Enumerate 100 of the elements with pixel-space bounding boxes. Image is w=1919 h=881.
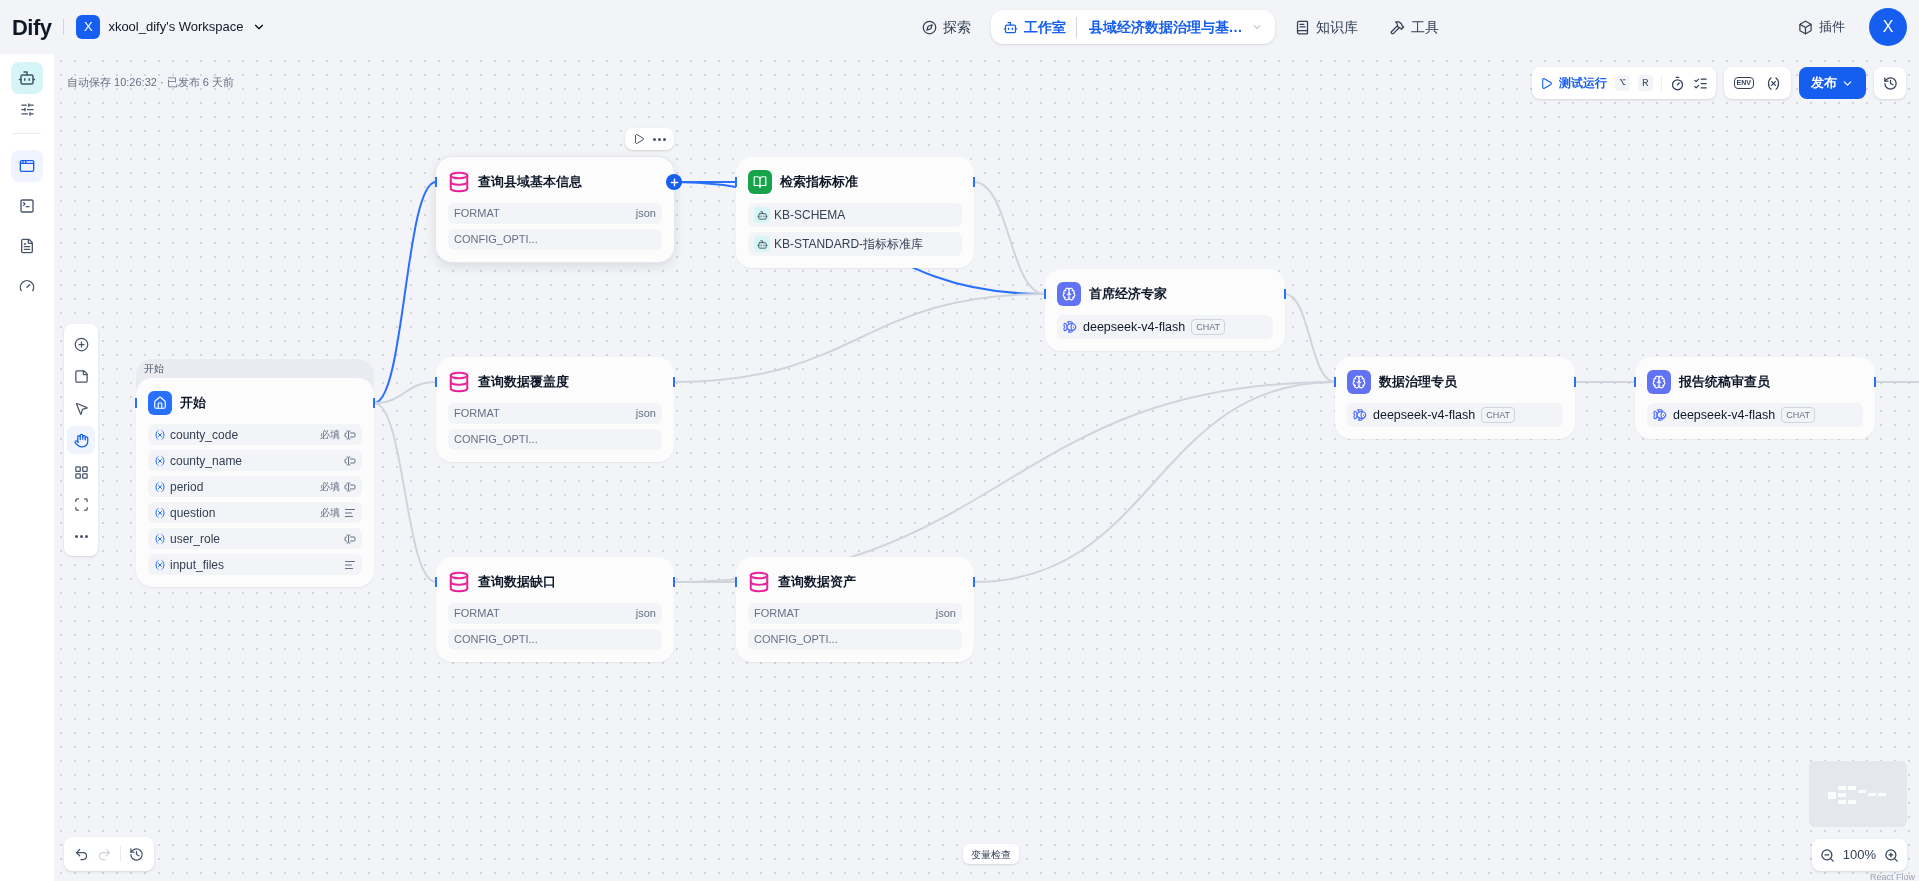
variable-name: input_files [170,556,226,574]
node-handle[interactable] [435,377,437,387]
workflow-node[interactable]: 查询数据覆盖度 FORMAT json CONFIG_OPTI... [436,357,674,462]
node-handle[interactable] [673,577,675,587]
variable-icon [154,480,166,493]
nav-tab[interactable]: 知识库 [1282,10,1370,44]
publish-button[interactable]: 发布 [1799,67,1866,99]
user-avatar[interactable]: X [1869,8,1907,46]
text-input-icon [344,454,356,467]
group-label: 开始 [143,362,165,376]
node-handle[interactable] [1334,377,1336,387]
param-key: CONFIG_OPTI... [754,631,838,648]
book-icon [748,170,772,194]
text-input-icon [344,532,356,545]
node-title: 报告统稿审查员 [1679,373,1770,392]
model-name: deepseek-v4-flash [1083,318,1186,336]
variable-icon[interactable] [1766,75,1781,91]
variable-inspect-button[interactable]: 变量检查 [963,844,1019,864]
node-handle[interactable] [373,398,375,408]
param-key: FORMAT [754,605,800,622]
brain-icon [1647,370,1671,394]
paragraph-icon [344,506,356,519]
workflow-node[interactable]: 报告统稿审查员 deepseek-v4-flash CHAT [1635,357,1875,439]
node-handle[interactable] [973,177,975,187]
node-handle[interactable] [973,577,975,587]
variable-name: county_code [170,426,240,444]
node-handle[interactable] [1874,377,1876,387]
param-key: FORMAT [454,405,500,422]
workflow-node[interactable]: 查询县域基本信息 FORMAT json CONFIG_OPTI... [436,157,674,262]
brain-icon [1347,370,1371,394]
required-label: 必填 [320,506,340,520]
workflow-node[interactable]: 开始 county_code 必填 county_name period 必填 question 必填 user_role input_files [136,378,374,587]
save-status: 自动保存 10:26:32 · 已发布 6 天前 [67,75,234,90]
node-title: 查询县域基本信息 [478,173,582,192]
more-icon [74,534,88,538]
workspace-badge: X [76,15,101,39]
node-handle[interactable] [1044,289,1046,299]
home-icon [148,391,172,415]
node-title: 检索指标标准 [780,173,858,192]
sidebar-item[interactable] [11,150,43,182]
workflow-node[interactable]: 查询数据资产 FORMAT json CONFIG_OPTI... [736,557,974,662]
param-key: CONFIG_OPTI... [454,631,538,648]
zoom-in-icon[interactable] [1884,847,1899,863]
gauge-icon [19,278,35,294]
add-node-icon[interactable] [666,174,682,190]
pointer-icon [73,400,89,416]
logo[interactable]: Dify [12,10,52,44]
text-input-icon [344,480,356,493]
node-title: 查询数据缺口 [478,573,556,592]
app-name[interactable]: 县域经济数据治理与基… [1088,16,1243,38]
settings-icon[interactable] [19,102,35,117]
nav-tab[interactable]: 工具 [1377,10,1451,44]
workflow-node[interactable]: 数据治理专员 deepseek-v4-flash CHAT [1335,357,1575,439]
dataset-name: KB-SCHEMA [774,207,846,224]
zoom-level: 100% [1842,846,1876,865]
node-handle[interactable] [1574,377,1576,387]
play-icon [1540,76,1554,90]
variable-icon [154,454,166,467]
variable-icon [154,558,166,571]
param-key: CONFIG_OPTI... [454,231,538,248]
text-input-icon [344,428,356,441]
variable-name: county_name [170,452,244,470]
node-handle[interactable] [1634,377,1636,387]
history-icon [1882,75,1898,91]
workflow-node[interactable]: 检索指标标准 KB-SCHEMA KB-STANDARD-指标标准库 [736,157,974,268]
plugins-button[interactable]: 插件 [1798,17,1845,37]
hand-icon [73,432,89,448]
node-handle[interactable] [735,577,737,587]
more-icon[interactable] [653,137,666,141]
test-run-button[interactable]: 测试运行 [1540,74,1608,92]
node-title: 首席经济专家 [1089,285,1167,304]
canvas-tool[interactable] [67,426,95,454]
node-handle[interactable] [435,577,437,587]
history-icon[interactable] [129,846,144,862]
node-handle[interactable] [673,377,675,387]
param-key: FORMAT [454,205,500,222]
terminal-icon [19,198,35,214]
node-handle[interactable] [435,177,437,187]
workflow-node[interactable]: 首席经济专家 deepseek-v4-flash CHAT [1045,269,1285,351]
checklist-icon[interactable] [1692,75,1708,91]
minimap-drawing [1828,784,1888,804]
paragraph-icon [344,558,356,571]
workflow-node[interactable]: 查询数据缺口 FORMAT json CONFIG_OPTI... [436,557,674,662]
app-icon[interactable] [11,62,43,94]
node-handle[interactable] [135,398,137,408]
undo-icon[interactable] [74,846,89,862]
nav-tab[interactable]: 探索 [909,10,983,44]
node-title: 开始 [180,394,206,413]
model-name: deepseek-v4-flash [1373,406,1476,424]
fit-view-icon [73,496,89,512]
history-button[interactable] [1874,67,1906,99]
node-handle[interactable] [735,177,737,187]
hammer-icon [1389,19,1405,35]
workspace-switcher[interactable]: X xkool_dify's Workspace [76,15,266,39]
run-icon[interactable] [633,133,645,145]
zoom-out-icon[interactable] [1819,847,1835,863]
nav-tab[interactable]: 工作室 县域经济数据治理与基… [990,10,1275,44]
timer-icon[interactable] [1669,75,1685,91]
node-handle[interactable] [1284,289,1286,299]
grid-icon [73,464,89,480]
